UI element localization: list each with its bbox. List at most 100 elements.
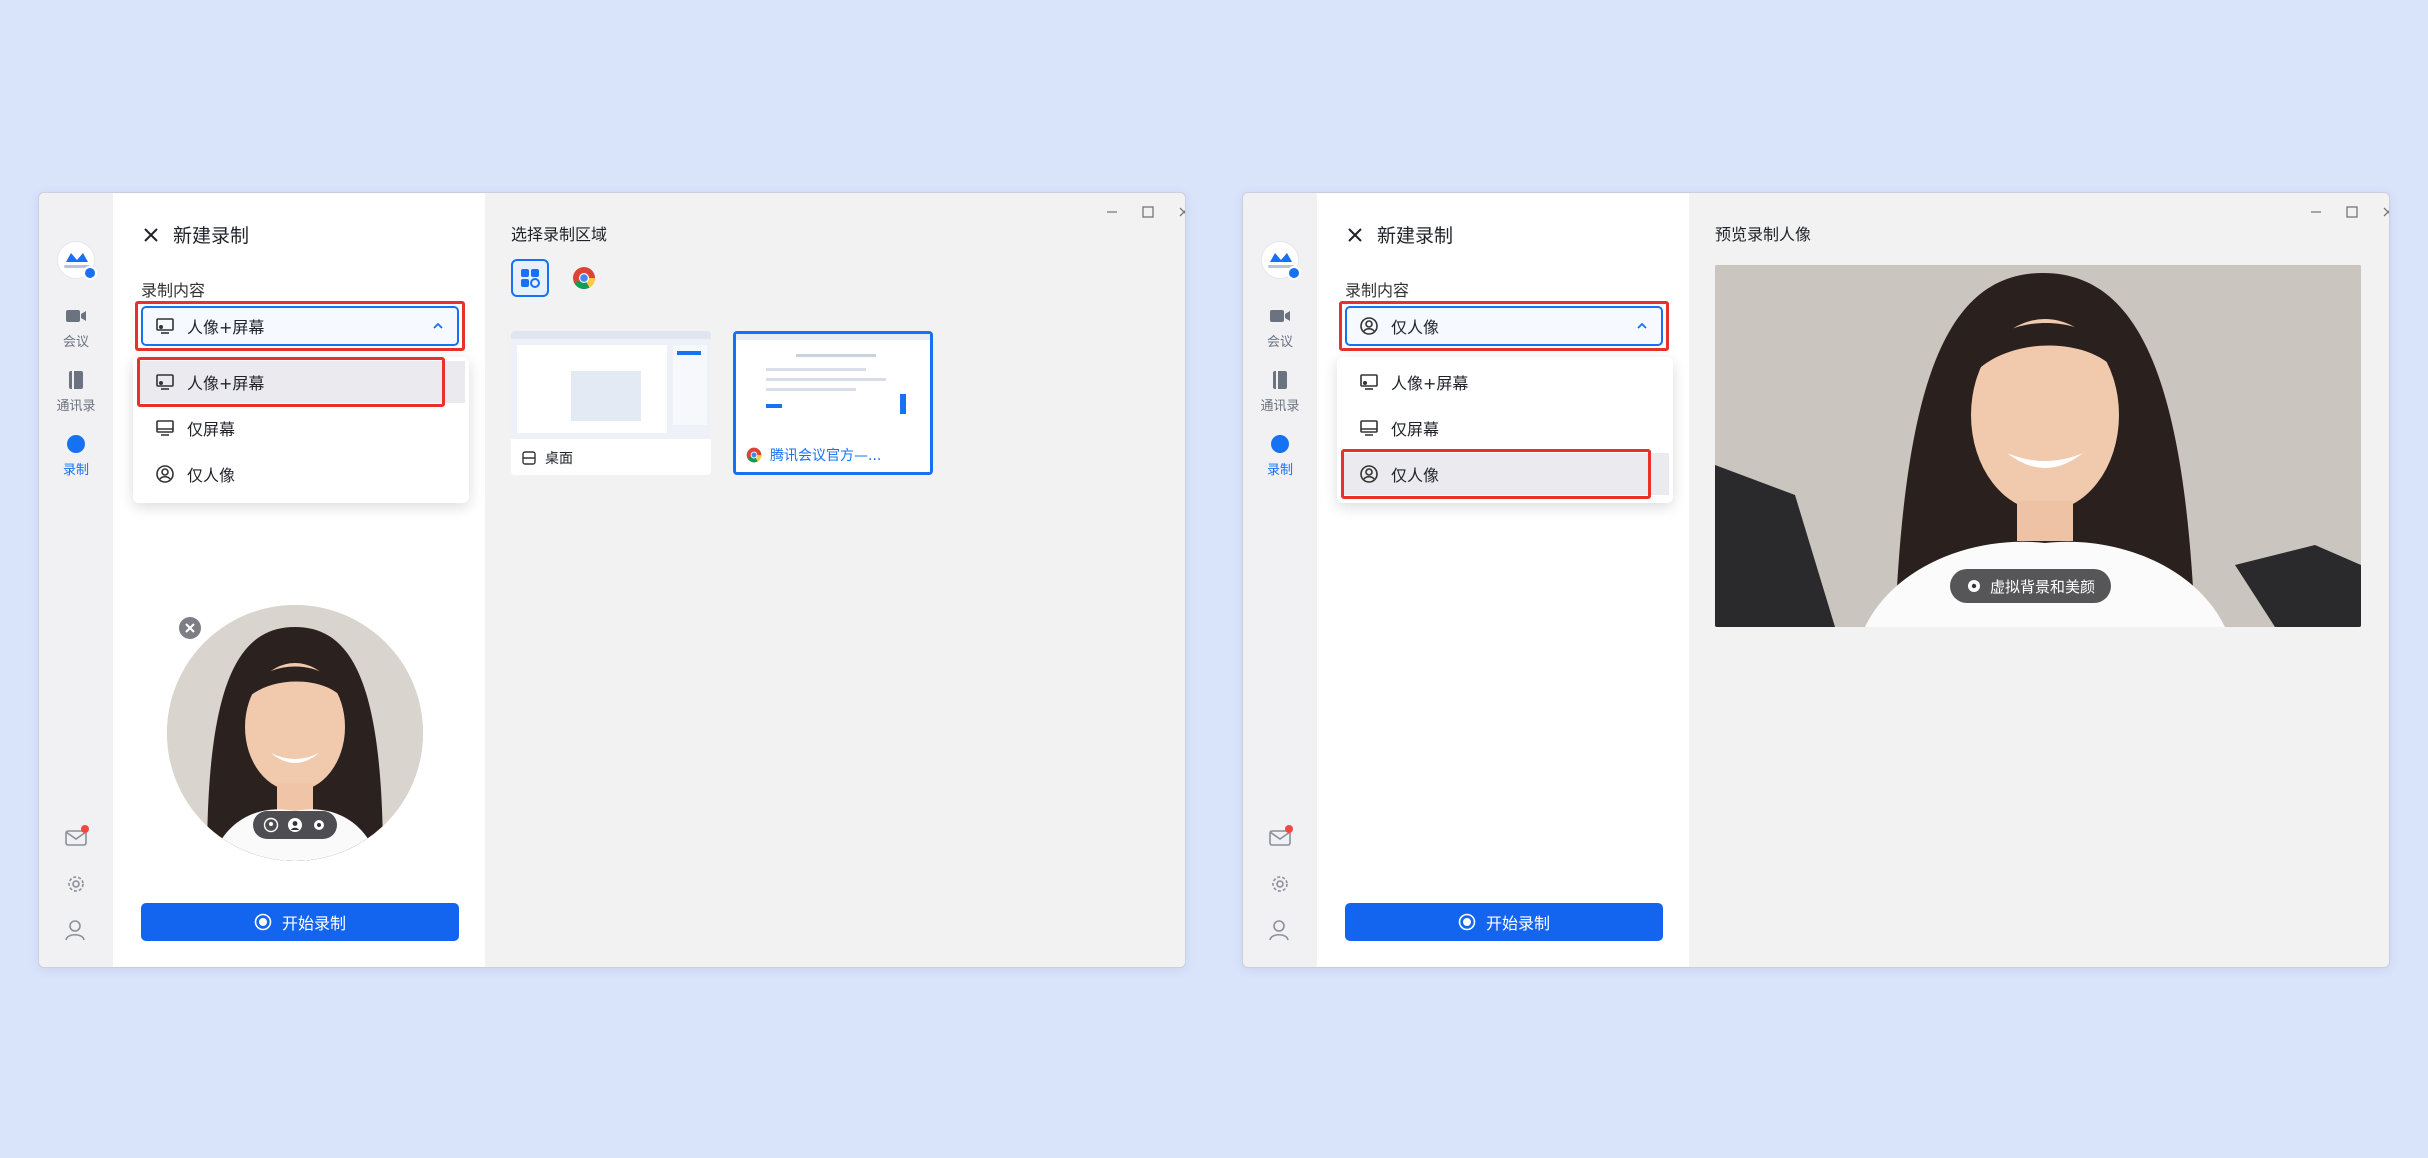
close-icon	[185, 623, 195, 633]
content-dropdown: 人像+屏幕 仅屏幕 仅人像	[133, 357, 469, 503]
recording-window-right: 会议 通讯录 录制 新建录制 录制内容 仅人像 人像+屏幕 仅屏幕 仅人像 开始…	[1242, 192, 2390, 968]
app-logo[interactable]	[1261, 241, 1301, 280]
preview-area-panel: 预览录制人像 虚拟背景和美颜	[1689, 193, 2389, 967]
gear-icon[interactable]	[311, 817, 327, 833]
record-content-select[interactable]: 人像+屏幕	[141, 306, 459, 346]
nav-meeting[interactable]: 会议	[1243, 305, 1317, 350]
thumbnail-caption-text: 腾讯会议官方—...	[770, 448, 882, 464]
user-icon[interactable]	[287, 817, 303, 833]
chrome-icon	[573, 267, 595, 289]
window-close-icon[interactable]	[1175, 203, 1186, 221]
user-settings-icon	[1269, 920, 1289, 941]
gear-icon	[1272, 876, 1288, 892]
mail-button[interactable]	[1267, 825, 1293, 851]
logo-mark-icon	[66, 253, 88, 262]
window-icon	[522, 451, 536, 465]
gear-icon	[68, 876, 84, 892]
panel-title: 新建录制	[173, 225, 250, 247]
option-screen-only[interactable]: 仅屏幕	[1341, 407, 1669, 449]
nav-record-label: 录制	[1266, 463, 1293, 478]
logo-mark-icon	[1270, 253, 1292, 262]
option-label: 人像+屏幕	[1391, 374, 1469, 393]
thumbnail-chrome-window[interactable]: 腾讯会议官方—...	[733, 331, 933, 475]
option-highlight-outline	[1341, 449, 1651, 499]
panel-header: 新建录制	[141, 221, 249, 248]
user-settings-button[interactable]	[1267, 917, 1293, 943]
monitor-icon	[1360, 420, 1378, 436]
maximize-icon[interactable]	[1139, 203, 1157, 221]
nav-meeting[interactable]: 会议	[39, 305, 113, 350]
side-rail: 会议 通讯录 录制	[39, 193, 113, 967]
option-label: 仅屏幕	[1391, 420, 1440, 439]
contacts-book-icon	[69, 371, 83, 389]
minimize-icon[interactable]	[1103, 203, 1121, 221]
video-camera-icon	[66, 310, 86, 322]
start-recording-button[interactable]: 开始录制	[141, 903, 459, 941]
panel-title: 新建录制	[1377, 225, 1454, 247]
tab-chrome[interactable]	[565, 259, 603, 297]
option-highlight-outline	[137, 357, 445, 407]
record-icon	[1271, 435, 1289, 453]
option-portrait-screen[interactable]: 人像+屏幕	[1341, 361, 1669, 403]
minimize-icon[interactable]	[2307, 203, 2325, 221]
desktop-preview	[511, 331, 711, 439]
user-settings-button[interactable]	[63, 917, 89, 943]
option-label: 仅屏幕	[187, 420, 236, 439]
source-tabs	[511, 259, 603, 297]
nav-record[interactable]: 录制	[39, 433, 113, 478]
user-settings-icon	[65, 920, 85, 941]
nav-contacts[interactable]: 通讯录	[1243, 369, 1317, 414]
thumbnail-desktop[interactable]: 桌面	[511, 331, 711, 475]
maximize-icon[interactable]	[2343, 203, 2361, 221]
content-label: 录制内容	[141, 281, 206, 300]
start-recording-button[interactable]: 开始录制	[1345, 903, 1663, 941]
nav-contacts[interactable]: 通讯录	[39, 369, 113, 414]
gear-icon	[1968, 580, 1980, 592]
portrait-icon	[1360, 317, 1378, 335]
settings-button[interactable]	[63, 871, 89, 897]
portrait-icon[interactable]	[263, 817, 279, 833]
nav-meeting-label: 会议	[62, 335, 89, 350]
record-content-select[interactable]: 仅人像	[1345, 306, 1663, 346]
portrait-screen-icon	[1360, 374, 1378, 390]
nav-meeting-label: 会议	[1266, 335, 1293, 350]
selected-value: 仅人像	[1391, 318, 1440, 337]
content-dropdown: 人像+屏幕 仅屏幕 仅人像	[1337, 357, 1673, 503]
start-recording-label: 开始录制	[1485, 914, 1550, 933]
notification-dot	[1285, 825, 1293, 833]
close-icon[interactable]	[141, 225, 161, 245]
content-label: 录制内容	[1345, 281, 1410, 300]
record-icon	[67, 435, 85, 453]
monitor-icon	[156, 420, 174, 436]
option-label: 仅人像	[187, 466, 236, 485]
chrome-window-preview	[736, 334, 930, 442]
chrome-icon	[746, 447, 762, 463]
tab-all-sources[interactable]	[511, 259, 549, 297]
video-camera-icon	[1270, 310, 1290, 322]
start-recording-label: 开始录制	[281, 914, 346, 933]
window-close-icon[interactable]	[2379, 203, 2390, 221]
portrait-controls	[253, 811, 337, 839]
side-rail: 会议 通讯录 录制	[1243, 193, 1317, 967]
apps-grid-icon	[521, 269, 540, 288]
portrait-bubble[interactable]	[167, 605, 423, 861]
portrait-preview: 虚拟背景和美颜	[1715, 265, 2361, 627]
mail-button[interactable]	[63, 825, 89, 851]
close-icon[interactable]	[1345, 225, 1365, 245]
nav-record-label: 录制	[62, 463, 89, 478]
option-screen-only[interactable]: 仅屏幕	[137, 407, 465, 449]
thumbnail-caption: 桌面	[511, 441, 711, 475]
settings-button[interactable]	[1267, 871, 1293, 897]
app-logo[interactable]	[57, 241, 97, 280]
nav-contacts-label: 通讯录	[56, 399, 96, 414]
recording-area-panel: 选择录制区域 桌面 腾讯会议官方—...	[485, 193, 1185, 967]
record-config-panel: 新建录制 录制内容 人像+屏幕 人像+屏幕 仅屏幕 仅人像 开始录制	[113, 193, 485, 967]
panel-header: 新建录制	[1345, 221, 1453, 248]
option-portrait-only[interactable]: 仅人像	[137, 453, 465, 495]
chevron-up-icon	[433, 322, 443, 329]
notification-dot	[81, 825, 89, 833]
close-portrait-button[interactable]	[179, 617, 201, 639]
portrait-icon	[156, 465, 174, 483]
virtual-background-button[interactable]: 虚拟背景和美颜	[1950, 569, 2112, 603]
nav-record[interactable]: 录制	[1243, 433, 1317, 478]
